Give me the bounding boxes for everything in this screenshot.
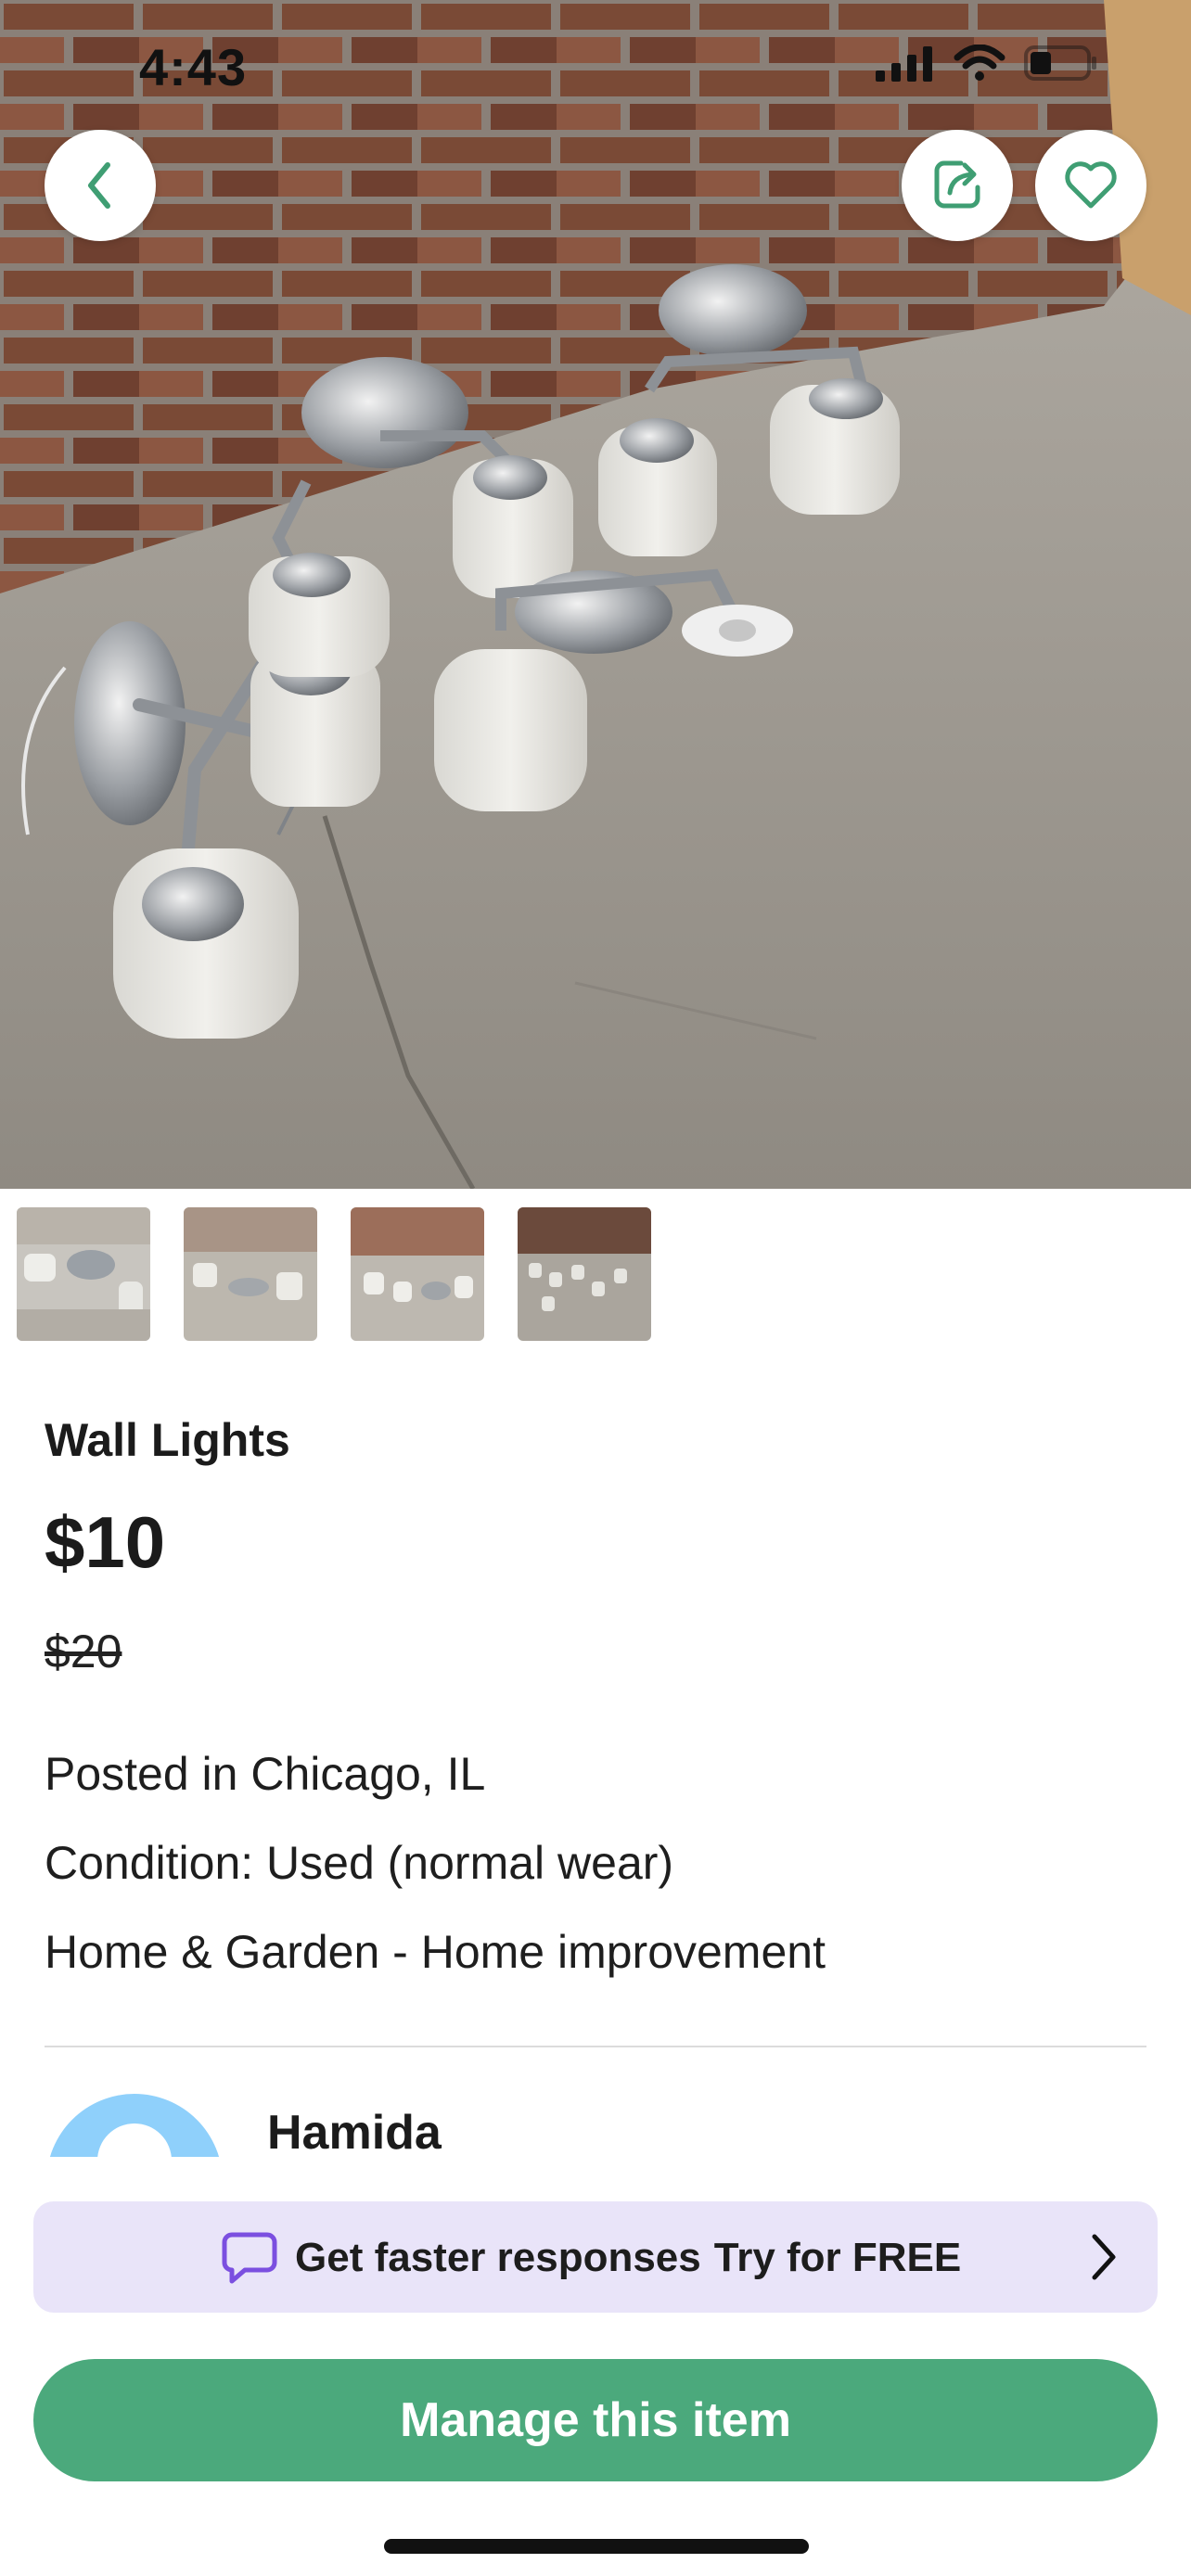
listing-title: Wall Lights — [45, 1414, 290, 1466]
share-button[interactable] — [902, 130, 1013, 241]
listing-category[interactable]: Home & Garden - Home improvement — [45, 1925, 826, 1979]
photo-thumbnails — [17, 1207, 651, 1341]
promo-text: Get faster responses Try for FREE — [295, 2235, 961, 2281]
chevron-right-icon — [1092, 2234, 1116, 2280]
listing-price: $10 — [45, 1501, 166, 1583]
battery-icon — [1024, 45, 1096, 81]
listing-photo[interactable]: 4:43 — [0, 0, 1191, 1189]
promo-cta: Try for FREE — [713, 2235, 962, 2280]
share-icon — [934, 160, 980, 209]
listing-condition: Condition: Used (normal wear) — [45, 1837, 674, 1889]
original-price: $20 — [45, 1626, 122, 1677]
manage-item-button[interactable]: Manage this item — [33, 2359, 1158, 2481]
photo-thumbnail[interactable] — [17, 1207, 150, 1341]
section-divider — [45, 2046, 1146, 2047]
seller-avatar[interactable] — [46, 2094, 223, 2157]
promo-banner[interactable]: Get faster responses Try for FREE — [33, 2201, 1158, 2313]
chevron-left-icon — [88, 162, 110, 209]
listing-location: Posted in Chicago, IL — [45, 1748, 486, 1800]
status-time: 4:43 — [139, 38, 248, 96]
heart-icon — [1065, 161, 1117, 209]
photo-thumbnail[interactable] — [351, 1207, 484, 1341]
home-indicator[interactable] — [384, 2539, 809, 2554]
back-button[interactable] — [45, 130, 156, 241]
cellular-signal-icon — [876, 46, 932, 82]
promo-message: Get faster responses — [295, 2235, 701, 2280]
wifi-icon — [954, 45, 1005, 81]
chat-bubble-icon — [222, 2232, 277, 2284]
photo-thumbnail[interactable] — [518, 1207, 651, 1341]
photo-thumbnail[interactable] — [184, 1207, 317, 1341]
seller-name[interactable]: Hamida — [267, 2105, 442, 2161]
listing-detail-screen: 4:43 Wall Lights $10 $20 Posted in Chica… — [0, 0, 1191, 2576]
favorite-button[interactable] — [1035, 130, 1146, 241]
status-icons — [876, 45, 1098, 82]
status-bar: 4:43 — [0, 0, 1191, 130]
